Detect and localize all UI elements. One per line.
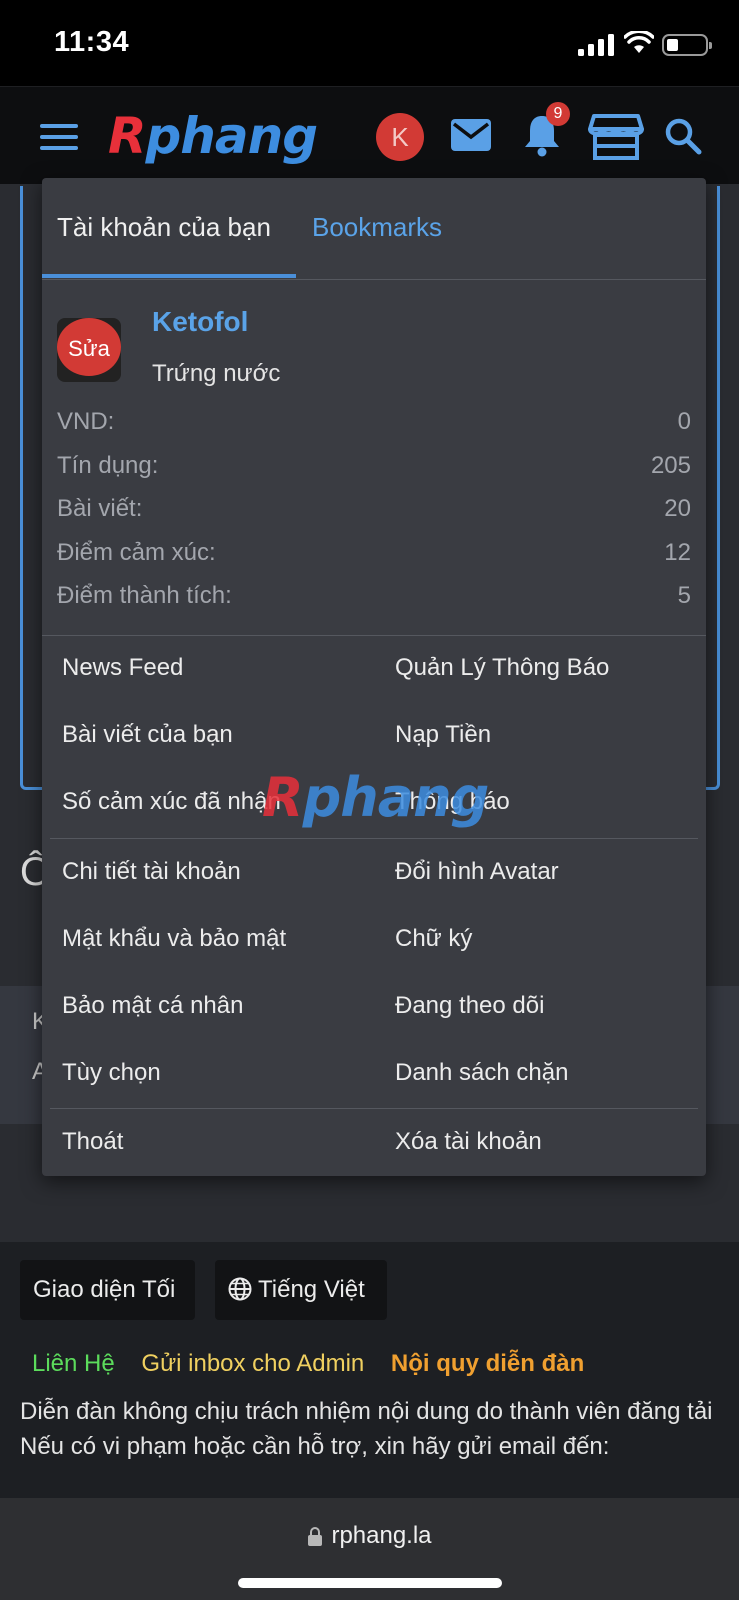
- site-header: Rphang K: [0, 86, 739, 184]
- menu-item-password-security[interactable]: Mật khẩu và bảo mật: [62, 925, 286, 953]
- dark-style-button[interactable]: Giao diện Tối: [20, 1260, 195, 1320]
- menu-divider: [50, 1108, 698, 1109]
- site-footer: Giao diện Tối Tiếng Việt Liên Hệ Gửi inb…: [0, 1242, 739, 1502]
- status-bar: 11:34: [0, 0, 739, 86]
- notification-count-badge: 9: [546, 102, 570, 126]
- user-title: Trứng nước: [152, 360, 281, 387]
- home-indicator[interactable]: [238, 1578, 502, 1588]
- menu-item-following[interactable]: Đang theo dõi: [395, 992, 544, 1020]
- stat-label: VND:: [57, 408, 115, 435]
- globe-icon: [228, 1277, 252, 1301]
- stat-value: 12: [664, 538, 691, 566]
- menu-item-privacy[interactable]: Bảo mật cá nhân: [62, 992, 243, 1020]
- stat-label: Tín dụng:: [57, 451, 159, 479]
- url-text: rphang.la: [331, 1522, 432, 1549]
- watermark-text: phang: [302, 766, 490, 829]
- stat-value: 5: [677, 582, 691, 609]
- stat-row: Điểm thành tích: 5: [57, 574, 691, 618]
- menu-item-your-posts[interactable]: Bài viết của bạn: [62, 721, 233, 749]
- contact-link[interactable]: Liên Hệ: [32, 1350, 115, 1377]
- logo-text: phang: [145, 107, 319, 165]
- stat-label: Điểm thành tích:: [57, 582, 232, 609]
- language-button[interactable]: Tiếng Việt: [215, 1260, 387, 1320]
- menu-item-deposit[interactable]: Nạp Tiền: [395, 721, 491, 749]
- account-dropdown-menu: Tài khoản của bạn Bookmarks Sửa Ketofol …: [42, 178, 706, 1176]
- store-icon[interactable]: [588, 113, 644, 161]
- menu-item-signature[interactable]: Chữ ký: [395, 925, 472, 953]
- tab-your-account[interactable]: Tài khoản của bạn: [57, 212, 271, 243]
- tab-bookmarks[interactable]: Bookmarks: [312, 212, 442, 243]
- menu-tabs: Tài khoản của bạn Bookmarks: [42, 178, 706, 280]
- forum-rules-link[interactable]: Nội quy diễn đàn: [391, 1350, 584, 1377]
- disclaimer-line: Diễn đàn không chịu trách nhiệm nội dung…: [20, 1398, 713, 1425]
- disclaimer-line: Nếu có vi phạm hoặc cần hỗ trợ, xin hãy …: [20, 1433, 610, 1460]
- menu-item-delete-account[interactable]: Xóa tài khoản: [395, 1128, 542, 1156]
- menu-item-logout[interactable]: Thoát: [62, 1128, 123, 1156]
- footer-disclaimer: Diễn đàn không chịu trách nhiệm nội dung…: [20, 1394, 720, 1464]
- menu-item-preferences[interactable]: Tùy chọn: [62, 1059, 161, 1087]
- menu-divider: [50, 838, 698, 839]
- wifi-icon: [624, 31, 654, 53]
- cellular-signal-icon: [578, 34, 614, 56]
- stat-label: Điểm cảm xúc:: [57, 538, 216, 566]
- lock-icon: [308, 1527, 323, 1546]
- menu-item-change-avatar[interactable]: Đổi hình Avatar: [395, 858, 559, 886]
- menu-item-ignore-list[interactable]: Danh sách chặn: [395, 1059, 568, 1087]
- browser-url-bar[interactable]: rphang.la: [0, 1498, 739, 1600]
- stat-row: Điểm cảm xúc: 12: [57, 531, 691, 575]
- stat-label: Bài viết:: [57, 495, 143, 522]
- search-icon[interactable]: [664, 117, 702, 155]
- stat-row: Bài viết: 20: [57, 487, 691, 531]
- avatar-edit-label[interactable]: Sửa: [57, 336, 121, 362]
- inbox-admin-link[interactable]: Gửi inbox cho Admin: [141, 1350, 364, 1377]
- footer-links: Liên Hệ Gửi inbox cho Admin Nội quy diễn…: [32, 1350, 604, 1378]
- battery-icon: [662, 34, 712, 56]
- user-avatar-button[interactable]: K: [376, 113, 424, 161]
- stat-row: Tín dụng: 205: [57, 444, 691, 488]
- language-label: Tiếng Việt: [258, 1276, 365, 1303]
- menu-item-manage-notifications[interactable]: Quản Lý Thông Báo: [395, 654, 609, 682]
- url-display[interactable]: rphang.la: [0, 1522, 739, 1550]
- menu-divider: [42, 635, 706, 636]
- active-tab-indicator: [42, 274, 296, 278]
- watermark-letter: R: [262, 766, 304, 829]
- hamburger-menu-icon[interactable]: [40, 124, 78, 150]
- username-link[interactable]: Ketofol: [152, 306, 248, 338]
- stat-value: 0: [677, 408, 691, 435]
- menu-item-reactions-received[interactable]: Số cảm xúc đã nhận: [62, 788, 281, 816]
- site-watermark: Rphang: [262, 766, 490, 829]
- profile-avatar[interactable]: Sửa: [57, 318, 121, 382]
- mail-icon[interactable]: [451, 119, 491, 151]
- stat-value: 20: [664, 495, 691, 522]
- menu-item-news-feed[interactable]: News Feed: [62, 654, 183, 682]
- logo-letter: R: [108, 107, 147, 165]
- user-stats: VND: 0 Tín dụng: 205 Bài viết: 20 Điểm cảm …: [57, 400, 691, 618]
- stat-value: 205: [650, 451, 691, 479]
- site-logo[interactable]: Rphang: [108, 107, 319, 165]
- stat-row: VND: 0: [57, 400, 691, 444]
- menu-item-account-details[interactable]: Chi tiết tài khoản: [62, 858, 241, 886]
- status-time: 11:34: [54, 26, 130, 58]
